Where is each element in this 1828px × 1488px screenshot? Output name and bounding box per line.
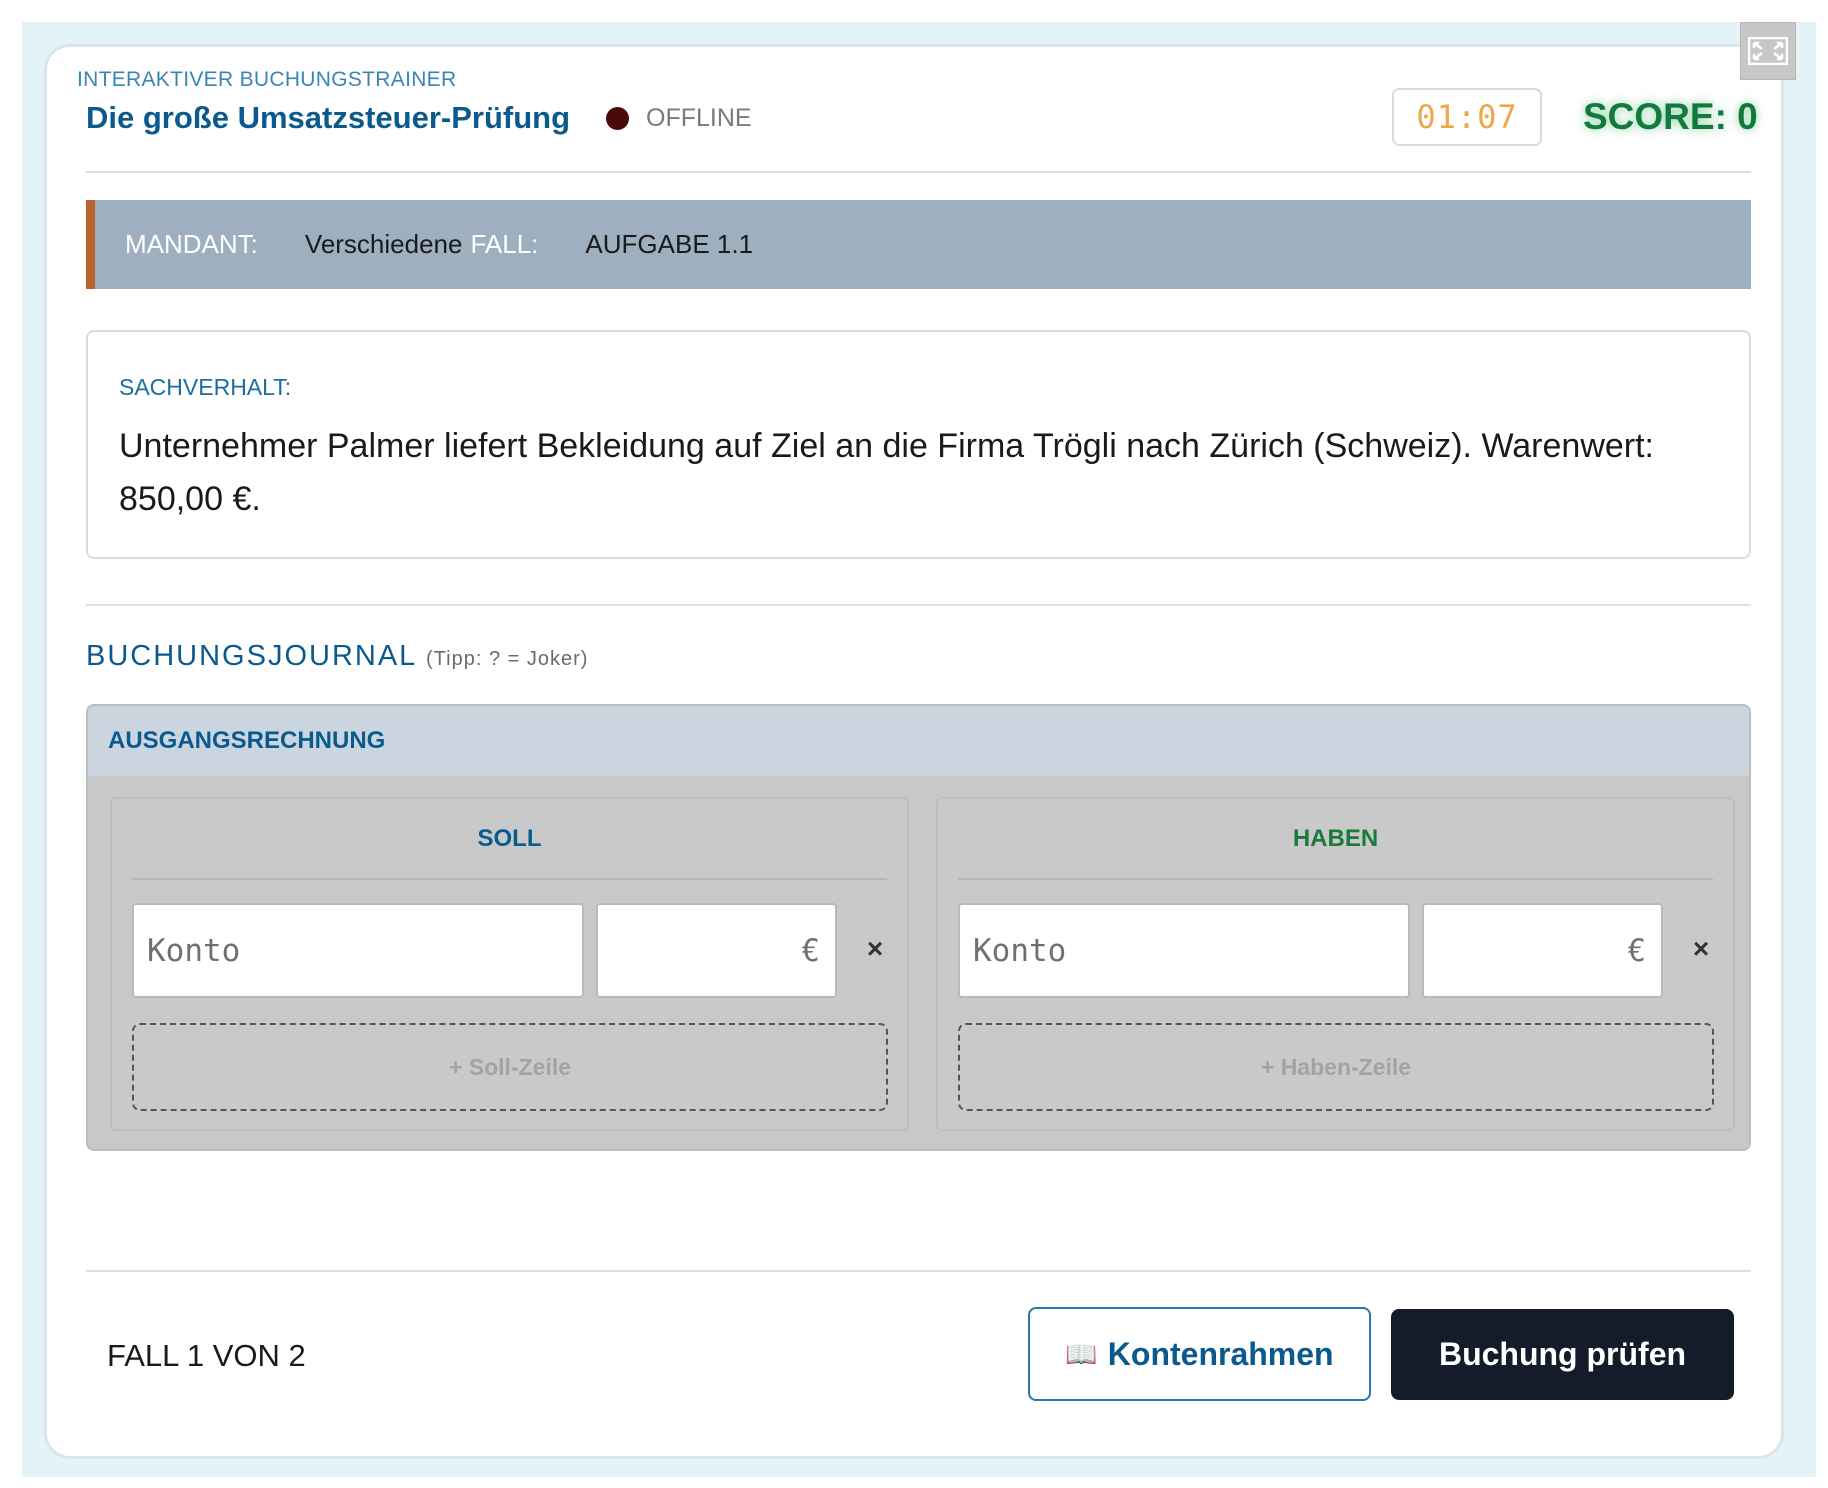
haben-konto-input[interactable] (958, 903, 1410, 998)
soll-remove-row-button[interactable]: × (855, 929, 895, 969)
fullscreen-button[interactable] (1740, 22, 1796, 80)
sachverhalt-label: SACHVERHALT: (119, 374, 292, 400)
journal-tip: (Tipp: ? = Joker) (426, 648, 589, 670)
connection-status: OFFLINE (646, 104, 752, 132)
soll-column: SOLL € × + Soll-Zeile (110, 797, 909, 1131)
add-soll-row-button[interactable]: + Soll-Zeile (132, 1023, 888, 1111)
status-dot-icon (606, 107, 629, 130)
app-kicker: INTERAKTIVER BUCHUNGSTRAINER (77, 68, 457, 91)
sachverhalt-text: Unternehmer Palmer liefert Bekleidung au… (119, 427, 1654, 518)
kontenrahmen-label: Kontenrahmen (1107, 1335, 1334, 1372)
header-divider (86, 171, 1751, 173)
section-divider (86, 604, 1751, 606)
soll-heading: SOLL (132, 799, 887, 880)
journal-title: BUCHUNGSJOURNAL (86, 640, 418, 672)
case-info-bar: MANDANT: Verschiedene FALL: AUFGABE 1.1 (86, 200, 1751, 289)
soll-konto-input[interactable] (132, 903, 584, 998)
booking-section-title: AUSGANGSRECHNUNG (88, 706, 1749, 776)
expand-icon (1748, 37, 1788, 65)
haben-column: HABEN € × + Haben-Zeile (936, 797, 1735, 1131)
sachverhalt-box: SACHVERHALT: Unternehmer Palmer liefert … (86, 330, 1751, 559)
timer-display: 01:07 (1392, 88, 1542, 146)
haben-betrag-input[interactable]: € (1422, 903, 1663, 998)
soll-betrag-input[interactable]: € (596, 903, 837, 998)
add-haben-row-button[interactable]: + Haben-Zeile (958, 1023, 1714, 1111)
check-booking-button[interactable]: Buchung prüfen (1391, 1309, 1734, 1400)
euro-symbol: € (1627, 932, 1646, 969)
close-icon: × (866, 933, 884, 964)
booking-panel: AUSGANGSRECHNUNG SOLL € × + Soll-Zeile H… (86, 704, 1751, 1151)
mandant-value: Verschiedene (304, 229, 463, 259)
close-icon: × (1692, 933, 1710, 964)
page-title: Die große Umsatzsteuer-Prüfung (86, 100, 571, 135)
mandant-label: MANDANT: (125, 229, 258, 259)
euro-symbol: € (801, 932, 820, 969)
fall-value: AUFGABE 1.1 (585, 229, 754, 259)
haben-heading: HABEN (958, 799, 1713, 880)
score-display: SCORE: 0 (1583, 96, 1758, 137)
fall-label: FALL: (470, 229, 539, 259)
haben-remove-row-button[interactable]: × (1681, 929, 1721, 969)
footer-divider (86, 1270, 1751, 1272)
kontenrahmen-button[interactable]: 📖 Kontenrahmen (1028, 1307, 1371, 1401)
case-progress: FALL 1 VON 2 (107, 1338, 306, 1373)
book-icon: 📖 (1065, 1338, 1098, 1369)
